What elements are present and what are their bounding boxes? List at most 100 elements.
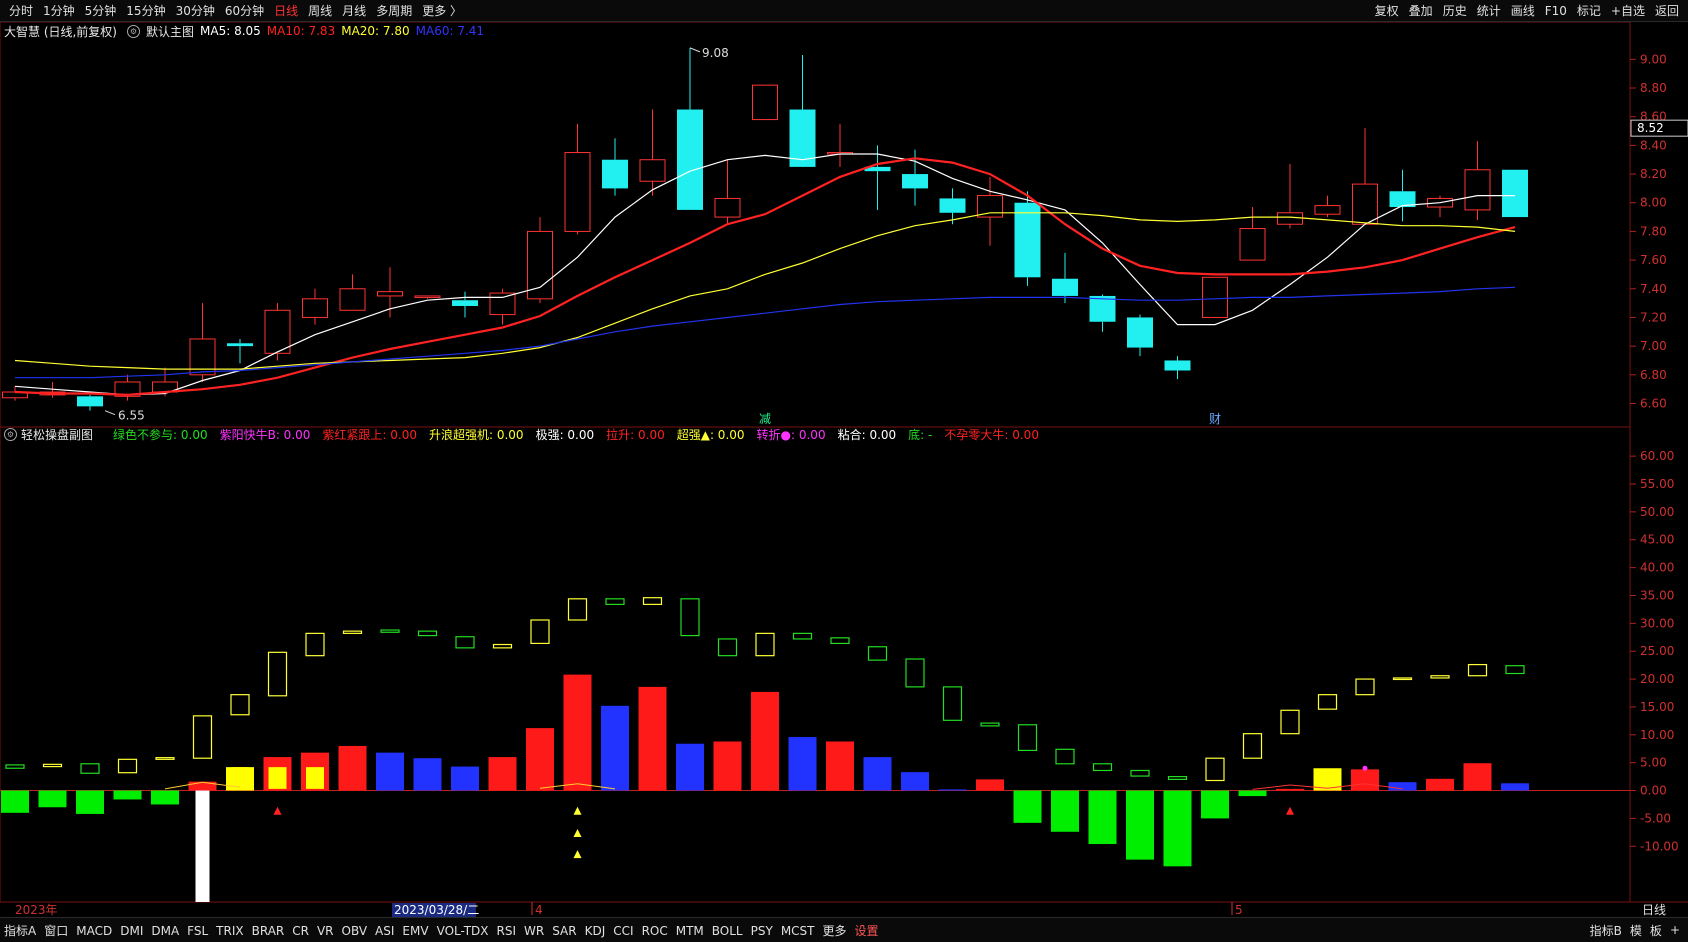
period-tab-2[interactable]: 5分钟 bbox=[80, 2, 122, 19]
indicator-tab-21[interactable]: BOLL bbox=[708, 924, 747, 938]
sub-ytick-label: -10.00 bbox=[1640, 839, 1679, 853]
indicator-tab-12[interactable]: EMV bbox=[398, 924, 432, 938]
candle[interactable] bbox=[864, 145, 891, 210]
indicator-tab-2[interactable]: MACD bbox=[72, 924, 116, 938]
candle[interactable] bbox=[789, 55, 816, 167]
indicator-tab-20[interactable]: MTM bbox=[672, 924, 708, 938]
toolbar-button-6[interactable]: 标记 bbox=[1572, 2, 1606, 19]
settings-dot-icon[interactable]: ⚙ bbox=[127, 24, 140, 38]
candle[interactable] bbox=[2, 386, 28, 401]
candle[interactable] bbox=[1127, 314, 1153, 357]
indicator-tab-17[interactable]: KDJ bbox=[581, 924, 610, 938]
period-tab-1[interactable]: 1分钟 bbox=[38, 2, 80, 19]
toolbar-button-2[interactable]: 历史 bbox=[1438, 2, 1472, 19]
candle[interactable] bbox=[1314, 195, 1341, 218]
indicator-tab-25[interactable]: 设置 bbox=[851, 924, 883, 938]
event-marker-2[interactable]: 财 bbox=[1209, 412, 1221, 426]
candle[interactable] bbox=[1277, 164, 1303, 229]
settings-dot-icon[interactable]: ⚙ bbox=[4, 427, 17, 441]
chart-canvas[interactable]: 9.08 6.55 减 财 6.60 6.80 7.00 7.20 7.40 7.60 7.80 8… bbox=[0, 0, 1688, 941]
indicator-tab-5[interactable]: FSL bbox=[183, 924, 212, 938]
toolbar-button-0[interactable]: 复权 bbox=[1370, 2, 1404, 19]
indicator-bar bbox=[151, 790, 179, 805]
period-tab-8[interactable]: 月线 bbox=[337, 2, 371, 19]
candle[interactable] bbox=[302, 288, 328, 325]
indicator-tab-16[interactable]: SAR bbox=[548, 924, 580, 938]
indicator-tab-13[interactable]: VOL-TDX bbox=[433, 924, 493, 938]
candle[interactable] bbox=[939, 188, 966, 225]
candle[interactable] bbox=[752, 84, 778, 121]
indicator-tab-22[interactable]: PSY bbox=[747, 924, 777, 938]
candle[interactable] bbox=[227, 338, 253, 364]
month-label-5: 5 bbox=[1235, 903, 1243, 917]
candle-body bbox=[1464, 169, 1491, 211]
period-tab-0[interactable]: 分时 bbox=[4, 2, 38, 19]
toolbar-button-7[interactable]: +自选 bbox=[1606, 2, 1650, 19]
bottom-right-btn-1[interactable]: 模 bbox=[1626, 922, 1646, 939]
period-tab-6[interactable]: 日线 bbox=[269, 2, 303, 19]
candle[interactable] bbox=[414, 295, 441, 299]
candle[interactable] bbox=[489, 288, 516, 325]
indicator-tab-6[interactable]: TRIX bbox=[212, 924, 247, 938]
period-tab-3[interactable]: 15分钟 bbox=[121, 2, 170, 19]
indicator-tab-11[interactable]: ASI bbox=[371, 924, 398, 938]
candle[interactable] bbox=[1164, 356, 1191, 380]
candle[interactable] bbox=[977, 176, 1003, 246]
main-ytick-label: 8.00 bbox=[1640, 196, 1667, 210]
toolbar-button-5[interactable]: F10 bbox=[1540, 4, 1572, 18]
candle[interactable] bbox=[1389, 169, 1416, 222]
candle[interactable] bbox=[1502, 169, 1528, 218]
candle[interactable] bbox=[377, 267, 403, 318]
indicator-tab-0[interactable]: 指标A bbox=[0, 924, 40, 938]
candle[interactable] bbox=[339, 274, 366, 311]
candle[interactable] bbox=[114, 374, 141, 401]
indicator-tab-15[interactable]: WR bbox=[520, 924, 548, 938]
period-tab-4[interactable]: 30分钟 bbox=[171, 2, 220, 19]
indicator-tab-23[interactable]: MCST bbox=[777, 924, 819, 938]
candle[interactable] bbox=[677, 47, 703, 210]
candle[interactable] bbox=[602, 138, 628, 196]
period-tab-7[interactable]: 周线 bbox=[303, 2, 337, 19]
candle[interactable] bbox=[189, 303, 216, 382]
indicator-box bbox=[492, 643, 513, 649]
indicator-tab-14[interactable]: RSI bbox=[493, 924, 521, 938]
candle[interactable] bbox=[1239, 207, 1266, 261]
indicator-tab-18[interactable]: CCI bbox=[609, 924, 637, 938]
indicator-tab-10[interactable]: OBV bbox=[338, 924, 372, 938]
candle[interactable] bbox=[714, 159, 741, 225]
candle[interactable] bbox=[1014, 191, 1041, 286]
candle[interactable] bbox=[1352, 128, 1378, 225]
event-marker-1[interactable]: 减 bbox=[759, 412, 771, 426]
main-chart-label[interactable]: 默认主图 bbox=[146, 23, 194, 40]
period-tab-5[interactable]: 60分钟 bbox=[220, 2, 269, 19]
indicator-tab-19[interactable]: ROC bbox=[638, 924, 672, 938]
indicator-tab-7[interactable]: BRAR bbox=[248, 924, 289, 938]
indicator-tab-1[interactable]: 窗口 bbox=[40, 924, 72, 938]
candle[interactable] bbox=[1089, 294, 1116, 332]
candle[interactable] bbox=[1052, 252, 1078, 304]
bottom-right-btn-0[interactable]: 指标B bbox=[1586, 922, 1626, 939]
toolbar-button-1[interactable]: 叠加 bbox=[1404, 2, 1438, 19]
toolbar-button-3[interactable]: 统计 bbox=[1472, 2, 1506, 19]
candle[interactable] bbox=[452, 291, 478, 318]
sub-chart-title[interactable]: 轻松操盘副图 bbox=[21, 426, 93, 443]
candle[interactable] bbox=[564, 123, 591, 235]
stock-title[interactable]: 大智慧 (日线,前复权) bbox=[4, 23, 117, 40]
bottom-right-btn-2[interactable]: 板 bbox=[1646, 922, 1666, 939]
period-tab-9[interactable]: 多周期 bbox=[371, 2, 417, 19]
candle[interactable] bbox=[1427, 195, 1453, 218]
indicator-tab-8[interactable]: CR bbox=[288, 924, 313, 938]
candle[interactable] bbox=[827, 123, 853, 167]
candle[interactable] bbox=[1464, 141, 1491, 220]
indicator-tab-4[interactable]: DMA bbox=[147, 924, 183, 938]
indicator-tab-24[interactable]: 更多 bbox=[819, 924, 851, 938]
candle[interactable] bbox=[639, 109, 666, 196]
toolbar-button-8[interactable]: 返回 bbox=[1650, 2, 1684, 19]
indicator-tab-9[interactable]: VR bbox=[313, 924, 338, 938]
period-tab-10[interactable]: 更多 〉 bbox=[417, 2, 467, 19]
toolbar-button-4[interactable]: 画线 bbox=[1506, 2, 1540, 19]
indicator-tab-3[interactable]: DMI bbox=[116, 924, 147, 938]
candle[interactable] bbox=[1202, 276, 1228, 318]
candle[interactable] bbox=[77, 394, 103, 411]
bottom-right-btn-3[interactable]: + bbox=[1666, 923, 1684, 937]
